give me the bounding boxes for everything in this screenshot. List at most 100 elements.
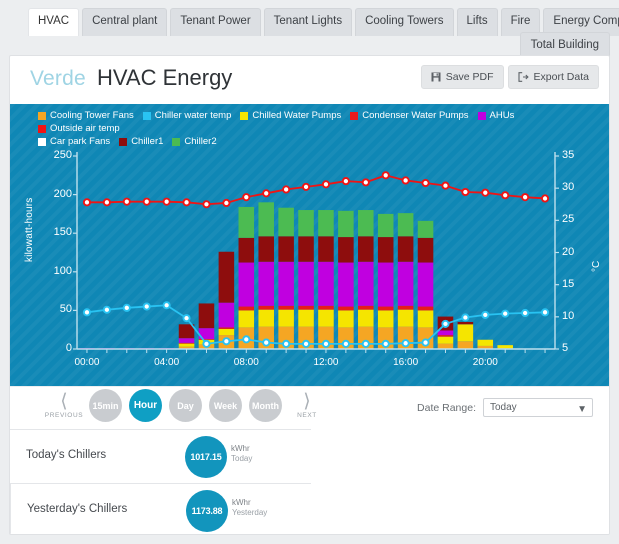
tab-lifts[interactable]: Lifts bbox=[456, 8, 498, 36]
bar-segment bbox=[457, 324, 474, 342]
y-axis-tick-label: 50 bbox=[59, 303, 72, 316]
legend-item-ahus[interactable]: AHUs bbox=[477, 110, 515, 121]
data-point bbox=[242, 335, 251, 344]
data-point bbox=[361, 178, 370, 187]
bar-segment bbox=[298, 305, 314, 310]
tab-cooling-towers[interactable]: Cooling Towers bbox=[355, 8, 454, 36]
export-data-button[interactable]: Export Data bbox=[507, 65, 599, 89]
bar-segment bbox=[238, 310, 255, 328]
data-point bbox=[381, 339, 390, 348]
bar-segment bbox=[278, 207, 294, 237]
y-axis-tick-label: 250 bbox=[53, 149, 72, 161]
next-button[interactable]: ⟩ NEXT bbox=[289, 392, 325, 419]
bar-segment bbox=[338, 310, 354, 328]
legend-swatch-icon bbox=[240, 112, 249, 120]
interval-hour[interactable]: Hour bbox=[129, 389, 162, 422]
card-period: Yesterday bbox=[232, 508, 268, 517]
data-point bbox=[182, 314, 191, 323]
legend-label: Outside air temp bbox=[50, 123, 120, 134]
data-point bbox=[282, 339, 291, 348]
tab-tenant-power[interactable]: Tenant Power bbox=[170, 8, 261, 36]
data-point bbox=[142, 197, 151, 206]
data-point bbox=[282, 185, 291, 194]
data-point bbox=[82, 308, 92, 317]
bar-segment bbox=[258, 202, 274, 237]
brand-logo: Verde bbox=[30, 67, 86, 90]
bar-segment bbox=[318, 305, 334, 310]
bar-segment bbox=[278, 236, 294, 262]
legend-item-chiller-water-temp[interactable]: Chiller water temp bbox=[142, 111, 231, 121]
data-point bbox=[521, 308, 530, 318]
data-point bbox=[341, 177, 350, 186]
plot-area: kilowatt-hours °C 0 50 100 150 200 250 5 10 15 2… bbox=[10, 144, 609, 386]
interval-week[interactable]: Week bbox=[209, 389, 242, 422]
data-point bbox=[142, 302, 151, 311]
bar-segment bbox=[218, 251, 235, 303]
data-point bbox=[202, 200, 211, 209]
bar-segment bbox=[258, 309, 274, 327]
card-unit: kWhr bbox=[232, 498, 251, 507]
data-point bbox=[521, 193, 530, 202]
data-point bbox=[421, 338, 430, 347]
x-axis-tick-label: 00:00 bbox=[74, 357, 100, 368]
interval-15min[interactable]: 15min bbox=[89, 389, 122, 422]
bar-segment bbox=[358, 305, 374, 310]
data-point bbox=[321, 339, 331, 348]
interval-day[interactable]: Day bbox=[169, 389, 202, 422]
data-point bbox=[401, 176, 410, 185]
legend-item-chilled-water-pumps[interactable]: Chilled Water Pumps bbox=[240, 111, 341, 121]
bar-segment bbox=[397, 305, 414, 310]
y2-axis-tick-label: 35 bbox=[562, 149, 575, 161]
data-point bbox=[162, 197, 171, 206]
bar-segment bbox=[397, 309, 414, 327]
date-range-select[interactable]: Today ▼ bbox=[483, 398, 593, 417]
y2-axis-tick-label: 5 bbox=[562, 342, 569, 354]
legend-item-cooling-tower-fans[interactable]: Cooling Tower Fans bbox=[38, 111, 134, 121]
save-pdf-button[interactable]: Save PDF bbox=[420, 65, 504, 89]
legend-item-outside-air-temp[interactable]: Outside air temp bbox=[38, 124, 120, 134]
data-point bbox=[401, 339, 410, 348]
tab-central-plant[interactable]: Central plant bbox=[82, 8, 168, 36]
y2-axis-tick-label: 15 bbox=[562, 277, 575, 290]
page-title: HVAC Energy bbox=[97, 65, 233, 90]
chevron-down-icon: ▼ bbox=[577, 404, 587, 415]
card-period: Today bbox=[231, 454, 253, 463]
tab-hvac[interactable]: HVAC bbox=[28, 8, 80, 36]
bar-segment bbox=[218, 327, 235, 329]
data-point bbox=[262, 338, 271, 347]
save-pdf-label: Save PDF bbox=[445, 71, 494, 83]
legend-swatch-icon bbox=[142, 112, 151, 120]
summary-card: Today's Chillers 1017.15 kWhr Today bbox=[10, 429, 311, 483]
x-axis-tick-label: 20:00 bbox=[472, 357, 498, 368]
content-panel: Verde HVAC Energy Save PDF Export Data C… bbox=[9, 55, 610, 535]
data-point bbox=[301, 339, 311, 348]
interval-month[interactable]: Month bbox=[249, 389, 282, 422]
tab-tenant-lights[interactable]: Tenant Lights bbox=[263, 8, 353, 36]
bar-segment bbox=[397, 213, 414, 237]
bar-segment bbox=[218, 302, 235, 328]
bar-segment bbox=[298, 261, 314, 306]
y-axis-tick-label: 150 bbox=[53, 226, 72, 239]
data-point bbox=[501, 191, 510, 200]
legend-label: AHUs bbox=[489, 110, 515, 121]
bar-segment bbox=[338, 237, 354, 263]
x-axis-tick-label: 04:00 bbox=[154, 357, 180, 368]
y2-axis-tick-label: 25 bbox=[562, 213, 575, 226]
bar-segment bbox=[457, 341, 474, 349]
bar-segment bbox=[178, 343, 195, 347]
date-range-label: Date Range: bbox=[417, 401, 476, 414]
chevron-right-icon: ⟩ bbox=[303, 391, 311, 412]
legend-item-condenser-water-pumps[interactable]: Condenser Water Pumps bbox=[350, 111, 469, 121]
bar-segment bbox=[417, 237, 434, 263]
y-axis-tick-label: 200 bbox=[53, 187, 72, 200]
chart-canvas bbox=[73, 152, 559, 353]
bar-segment bbox=[377, 262, 394, 307]
line-series bbox=[86, 174, 546, 206]
line-series bbox=[86, 304, 546, 345]
data-point bbox=[262, 189, 271, 198]
data-point bbox=[222, 198, 231, 208]
data-point bbox=[381, 171, 390, 180]
previous-button[interactable]: ⟨ PREVIOUS bbox=[45, 392, 83, 419]
bar-segment bbox=[338, 306, 354, 311]
bar-segment bbox=[238, 206, 255, 238]
